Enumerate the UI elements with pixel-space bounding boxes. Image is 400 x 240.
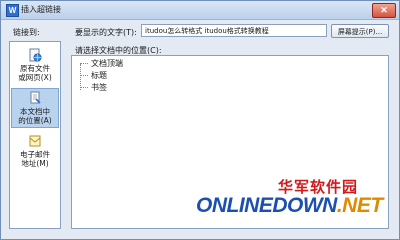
display-text-input[interactable]: itudou怎么转格式 itudou格式转换教程 <box>141 24 327 37</box>
sidebar-item-label: 本文档中 <box>20 107 50 116</box>
watermark-en-text: ONLINEDOWN.NET <box>196 194 383 217</box>
wps-word-icon: W <box>6 4 19 17</box>
web-page-icon <box>29 48 42 62</box>
tree-item-headings[interactable]: 标题 <box>80 71 107 81</box>
email-icon <box>29 135 41 147</box>
sidebar-item-existing-file[interactable]: 原有文件 或网页(X) <box>11 46 59 88</box>
sidebar-item-label: 电子邮件 <box>20 150 50 159</box>
sidebar-item-label: 地址(M) <box>21 159 49 168</box>
title-bar: W 插入超链接 ✕ <box>1 1 399 20</box>
link-to-label: 链接到: <box>13 28 40 37</box>
sidebar-item-this-document[interactable]: 本文档中 的位置(A) <box>11 88 59 128</box>
tree-item-top-of-document[interactable]: 文档顶端 <box>80 59 123 69</box>
sidebar-item-label: 或网页(X) <box>18 73 52 82</box>
dialog-title: 插入超链接 <box>21 5 61 14</box>
site-watermark: 华军软件园 ONLINEDOWN.NET <box>196 176 392 232</box>
sidebar-item-label: 原有文件 <box>20 64 50 73</box>
close-icon: ✕ <box>380 5 388 15</box>
document-place-icon <box>30 91 41 104</box>
sidebar-item-label: 的位置(A) <box>18 116 52 125</box>
tree-item-bookmarks[interactable]: 书签 <box>80 83 107 93</box>
link-type-sidebar: 原有文件 或网页(X) 本文档中 的位置(A) 电子邮件 地址(M) <box>9 41 61 229</box>
sidebar-item-email[interactable]: 电子邮件 地址(M) <box>11 132 59 174</box>
screentip-button[interactable]: 屏幕提示(P)... <box>331 24 389 38</box>
close-button[interactable]: ✕ <box>372 3 396 18</box>
display-text-label: 要显示的文字(T): <box>75 28 137 37</box>
